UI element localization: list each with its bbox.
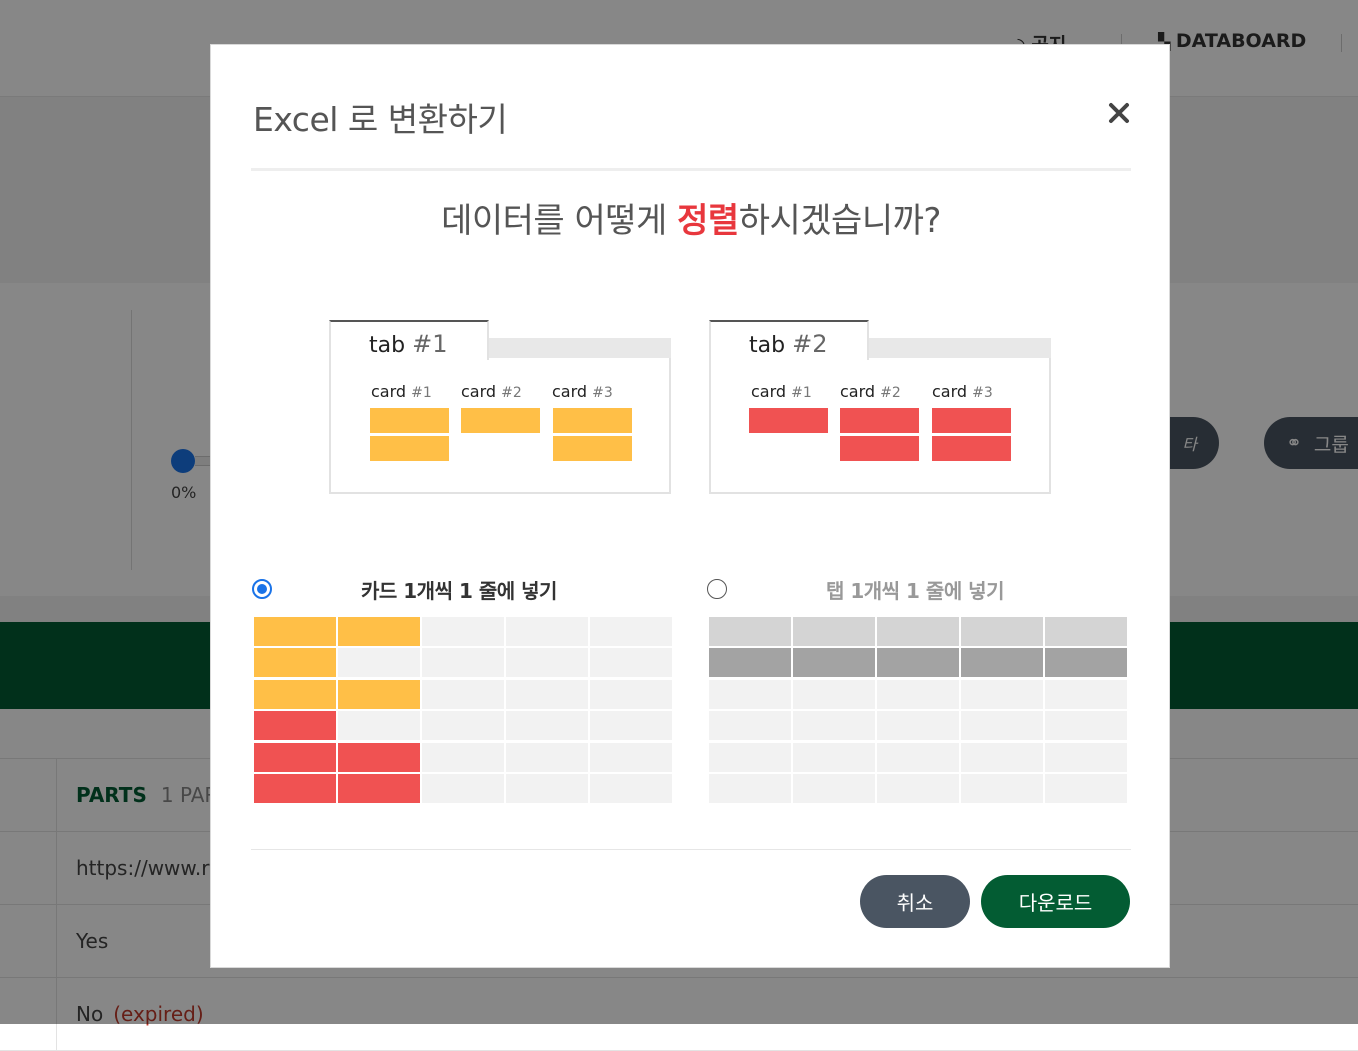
grid-cell: [590, 617, 672, 646]
grid-cell: [1045, 617, 1127, 646]
card-block: [461, 408, 540, 433]
card-block: [370, 408, 449, 433]
grid-cell: [338, 742, 420, 772]
grid-cell: [793, 711, 875, 741]
card-block: [840, 436, 919, 461]
grid-cell: [338, 711, 420, 741]
modal-title: Excel 로 변환하기: [253, 100, 508, 139]
card-3-label: card #3: [552, 382, 613, 401]
grid-cell: [506, 774, 588, 803]
grid-cell: [590, 679, 672, 709]
tab-1-illustration: tab #1 card #1 card #2 card #3: [329, 320, 671, 494]
grid-cell: [793, 679, 875, 709]
close-icon[interactable]: [1107, 101, 1131, 125]
grid-cell: [422, 617, 504, 646]
grid-cell: [709, 648, 791, 678]
grid-cell: [506, 679, 588, 709]
grid-cell: [793, 648, 875, 678]
cancel-button[interactable]: 취소: [860, 875, 970, 928]
grid-cell: [590, 774, 672, 803]
grid-cell: [1045, 679, 1127, 709]
grid-cell: [877, 617, 959, 646]
grid-cell: [506, 711, 588, 741]
grid-cell: [709, 617, 791, 646]
grid-cell: [709, 774, 791, 803]
grid-cell: [709, 711, 791, 741]
grid-cell: [338, 617, 420, 646]
grid-cell: [793, 774, 875, 803]
card-block: [553, 408, 632, 433]
grid-cell: [254, 617, 336, 646]
card-3-label: card #3: [932, 382, 993, 401]
grid-cell: [254, 774, 336, 803]
grid-cell: [422, 742, 504, 772]
grid-cell: [709, 742, 791, 772]
grid-cell: [793, 617, 875, 646]
card-block: [553, 436, 632, 461]
title-divider: [251, 168, 1131, 171]
tab-1-label: tab #1: [329, 320, 489, 360]
grid-cell: [506, 742, 588, 772]
grid-cell: [338, 679, 420, 709]
grid-cell: [961, 711, 1043, 741]
grid-cell: [506, 648, 588, 678]
card-per-row-preview: [254, 617, 674, 805]
card-2-label: card #2: [840, 382, 901, 401]
grid-cell: [254, 648, 336, 678]
grid-cell: [254, 711, 336, 741]
grid-cell: [961, 648, 1043, 678]
grid-cell: [1045, 742, 1127, 772]
grid-cell: [506, 617, 588, 646]
grid-cell: [877, 679, 959, 709]
excel-export-modal: Excel 로 변환하기 데이터를 어떻게 정렬하시겠습니까? tab #1 c…: [210, 44, 1170, 968]
card-block: [749, 408, 828, 433]
grid-cell: [961, 774, 1043, 803]
grid-cell: [1045, 774, 1127, 803]
grid-cell: [1045, 711, 1127, 741]
grid-cell: [422, 711, 504, 741]
option-tab-per-row-radio[interactable]: [707, 579, 727, 599]
grid-cell: [961, 679, 1043, 709]
sort-question: 데이터를 어떻게 정렬하시겠습니까?: [441, 201, 941, 241]
footer-divider: [251, 849, 1131, 850]
grid-cell: [254, 679, 336, 709]
grid-cell: [1045, 648, 1127, 678]
tab-2-label: tab #2: [709, 320, 869, 360]
option-tab-per-row-label[interactable]: 탭 1개씩 1 줄에 넣기: [826, 575, 1004, 604]
tab-per-row-preview: [709, 617, 1129, 805]
grid-cell: [961, 742, 1043, 772]
grid-cell: [254, 742, 336, 772]
grid-cell: [422, 679, 504, 709]
grid-cell: [590, 742, 672, 772]
card-block: [840, 408, 919, 433]
card-1-label: card #1: [371, 382, 432, 401]
grid-cell: [709, 679, 791, 709]
option-card-per-row-label[interactable]: 카드 1개씩 1 줄에 넣기: [361, 575, 557, 604]
grid-cell: [338, 648, 420, 678]
card-block: [370, 436, 449, 461]
option-card-per-row-radio[interactable]: [252, 579, 272, 599]
grid-cell: [422, 648, 504, 678]
grid-cell: [877, 774, 959, 803]
grid-cell: [422, 774, 504, 803]
grid-cell: [877, 711, 959, 741]
card-block: [932, 436, 1011, 461]
grid-cell: [877, 648, 959, 678]
grid-cell: [590, 711, 672, 741]
tab-2-illustration: tab #2 card #1 card #2 card #3: [709, 320, 1051, 494]
question-accent: 정렬: [677, 201, 739, 241]
grid-cell: [793, 742, 875, 772]
grid-cell: [961, 617, 1043, 646]
card-1-label: card #1: [751, 382, 812, 401]
grid-cell: [877, 742, 959, 772]
download-button[interactable]: 다운로드: [981, 875, 1130, 928]
card-2-label: card #2: [461, 382, 522, 401]
card-block: [932, 408, 1011, 433]
grid-cell: [338, 774, 420, 803]
grid-cell: [590, 648, 672, 678]
